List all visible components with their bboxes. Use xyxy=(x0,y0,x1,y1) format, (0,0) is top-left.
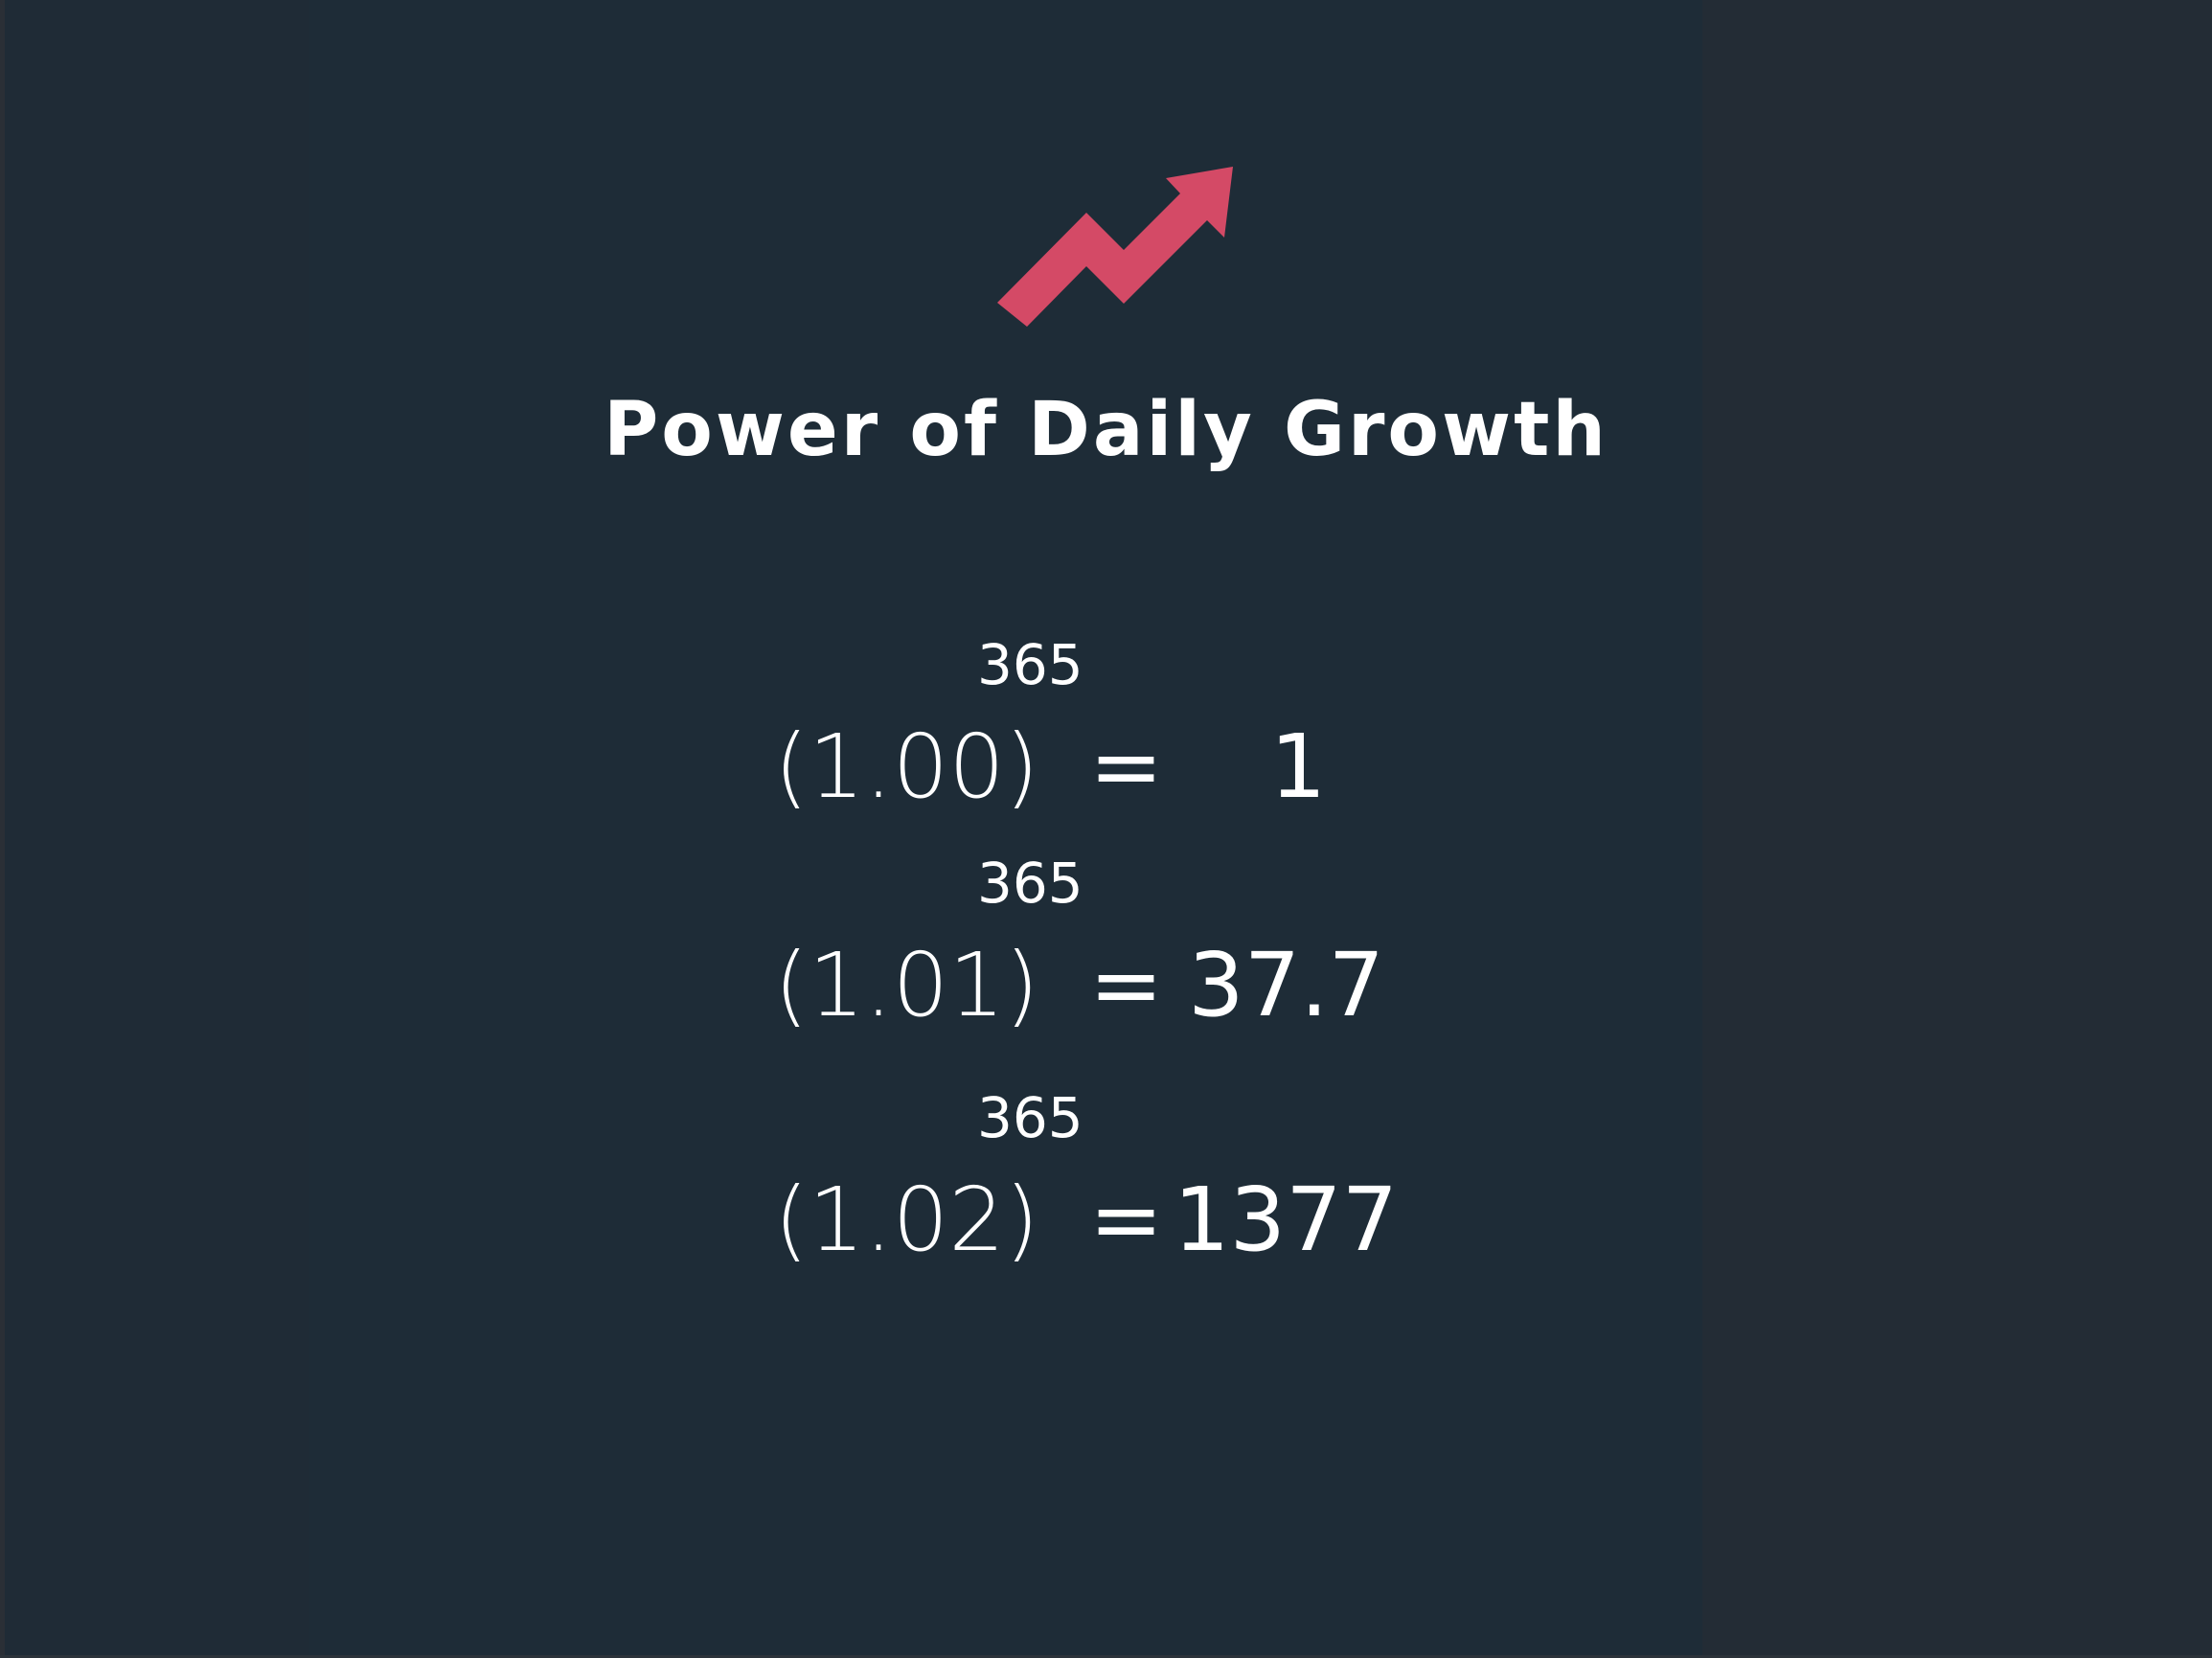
trending-up-arrow-icon xyxy=(997,167,1233,327)
equation-row-1: 365 (1.00) = 1 xyxy=(0,637,2212,857)
equation-base: (1.01) xyxy=(774,934,1039,1036)
equation-base: (1.02) xyxy=(774,1169,1039,1271)
equation-row-2: 365 (1.01) = 37.7 xyxy=(0,855,2212,1076)
equals-sign: = xyxy=(1089,1169,1164,1271)
equation-exponent: 365 xyxy=(977,1085,1083,1150)
slide: Power of Daily Growth 365 (1.00) = 1 365… xyxy=(0,0,2212,1658)
equation-exponent: 365 xyxy=(977,851,1083,916)
equation-result: 1377 xyxy=(1174,1169,1399,1271)
equation-row-3: 365 (1.02) = 1377 xyxy=(0,1090,2212,1310)
page-title: Power of Daily Growth xyxy=(604,387,1608,473)
arrow-shape xyxy=(997,167,1233,327)
equals-sign: = xyxy=(1089,934,1164,1036)
equation-result: 37.7 xyxy=(1188,934,1384,1036)
equation-exponent: 365 xyxy=(977,632,1083,697)
equation-result: 1 xyxy=(1269,715,1327,818)
equation-base: (1.00) xyxy=(774,715,1039,818)
equals-sign: = xyxy=(1089,715,1164,818)
